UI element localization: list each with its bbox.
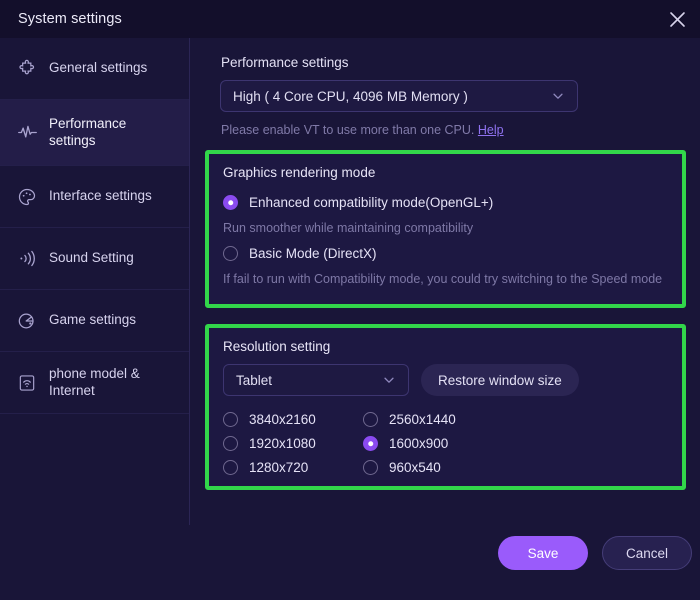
sound-waves-icon [16, 248, 38, 270]
radio-icon [223, 195, 238, 210]
graphics-option-label: Basic Mode (DirectX) [249, 246, 377, 261]
radio-icon [223, 460, 238, 475]
radio-icon [223, 412, 238, 427]
performance-profile-value: High ( 4 Core CPU, 4096 MB Memory ) [233, 89, 468, 104]
save-button[interactable]: Save [498, 536, 588, 570]
sidebar-item-label: phone model & Internet [49, 366, 175, 400]
sidebar-item-label: Performance settings [49, 116, 175, 150]
cancel-button[interactable]: Cancel [602, 536, 692, 570]
graphics-panel-title: Graphics rendering mode [223, 165, 375, 180]
resolution-option-label: 1600x900 [389, 436, 448, 451]
phone-wifi-icon [16, 372, 38, 394]
resolution-option-960x540[interactable]: 960x540 [363, 460, 503, 475]
radio-icon [223, 246, 238, 261]
palette-icon [16, 186, 38, 208]
sidebar-item-label: Game settings [49, 312, 136, 329]
graphics-option-enhanced[interactable]: Enhanced compatibility mode(OpenGL+) [223, 195, 493, 210]
system-settings-window: System settings General settings [0, 0, 700, 600]
vt-note-text: Please enable VT to use more than one CP… [221, 123, 474, 137]
sidebar-item-interface-settings[interactable]: Interface settings [0, 166, 189, 228]
chevron-down-icon [382, 373, 396, 387]
resolution-option-label: 3840x2160 [249, 412, 316, 427]
resolution-option-3840x2160[interactable]: 3840x2160 [223, 412, 363, 427]
sidebar-item-performance-settings[interactable]: Performance settings [0, 100, 189, 166]
performance-section-label: Performance settings [221, 55, 349, 70]
sidebar-item-game-settings[interactable]: Game settings [0, 290, 189, 352]
sidebar-item-phone-model-internet[interactable]: phone model & Internet [0, 352, 189, 414]
sidebar-item-label: Interface settings [49, 188, 152, 205]
resolution-options-grid: 3840x2160 2560x1440 1920x1080 1600x900 [223, 412, 653, 475]
window-title: System settings [18, 11, 122, 27]
graphics-option-enhanced-hint: Run smoother while maintaining compatibi… [223, 219, 473, 237]
device-preset-select[interactable]: Tablet [223, 364, 409, 396]
radio-icon [363, 436, 378, 451]
puzzle-icon [16, 58, 38, 80]
title-bar: System settings [0, 0, 700, 38]
help-link[interactable]: Help [478, 123, 504, 137]
resolution-option-1920x1080[interactable]: 1920x1080 [223, 436, 363, 451]
sidebar-item-label: General settings [49, 60, 147, 77]
footer: Save Cancel [0, 525, 700, 600]
resolution-option-1280x720[interactable]: 1280x720 [223, 460, 363, 475]
graphics-rendering-panel: Graphics rendering mode Enhanced compati… [205, 150, 686, 308]
resolution-setting-panel: Resolution setting Tablet Restore window… [205, 324, 686, 490]
radio-icon [223, 436, 238, 451]
chevron-down-icon [551, 89, 565, 103]
resolution-option-label: 1920x1080 [249, 436, 316, 451]
resolution-option-1600x900[interactable]: 1600x900 [363, 436, 503, 451]
radio-icon [363, 412, 378, 427]
graphics-option-basic-hint: If fail to run with Compatibility mode, … [223, 270, 673, 288]
sidebar-item-general-settings[interactable]: General settings [0, 38, 189, 100]
resolution-option-label: 1280x720 [249, 460, 308, 475]
close-icon [669, 11, 686, 28]
resolution-option-label: 2560x1440 [389, 412, 456, 427]
close-button[interactable] [654, 0, 700, 38]
resolution-panel-title: Resolution setting [223, 339, 330, 354]
sidebar: General settings Performance settings In… [0, 38, 190, 525]
device-preset-value: Tablet [236, 373, 272, 388]
game-controller-icon [16, 310, 38, 332]
restore-window-size-button[interactable]: Restore window size [421, 364, 579, 396]
radio-icon [363, 460, 378, 475]
sidebar-item-sound-setting[interactable]: Sound Setting [0, 228, 189, 290]
pulse-icon [16, 122, 38, 144]
resolution-option-label: 960x540 [389, 460, 441, 475]
graphics-option-basic[interactable]: Basic Mode (DirectX) [223, 246, 377, 261]
main-content: Performance settings High ( 4 Core CPU, … [190, 38, 700, 600]
resolution-option-2560x1440[interactable]: 2560x1440 [363, 412, 503, 427]
performance-profile-select[interactable]: High ( 4 Core CPU, 4096 MB Memory ) [220, 80, 578, 112]
graphics-option-label: Enhanced compatibility mode(OpenGL+) [249, 195, 493, 210]
vt-note: Please enable VT to use more than one CP… [221, 123, 504, 137]
sidebar-item-label: Sound Setting [49, 250, 134, 267]
